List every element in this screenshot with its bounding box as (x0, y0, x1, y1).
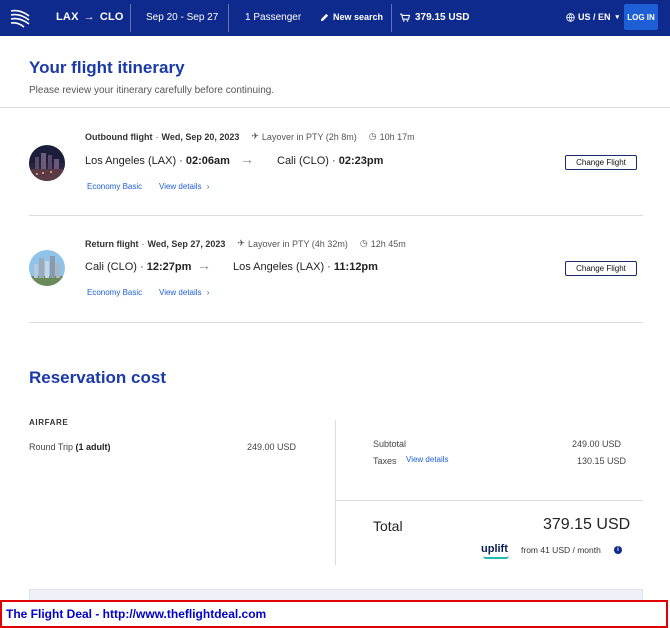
depart-time: 12:27pm (146, 261, 192, 273)
origin-city: Cali (CLO) (85, 261, 137, 273)
flight-header: Outbound flight · Wed, Sep 20, 2023 ✈ La… (85, 131, 415, 142)
info-icon[interactable]: i (614, 546, 622, 554)
view-details-link[interactable]: View details › (159, 182, 209, 191)
layover-info: ✈ Layover in PTY (4h 32m) (237, 238, 347, 249)
taxes-value: 130.15 USD (577, 456, 627, 466)
layover-info: ✈ Layover in PTY (2h 8m) (251, 131, 356, 142)
plane-icon: ✈ (251, 131, 259, 141)
change-flight-button[interactable]: Change Flight (565, 155, 637, 170)
subtotal-value: 249.00 USD (572, 439, 622, 449)
uplift-logo[interactable]: uplift (481, 543, 508, 555)
route-summary[interactable]: LAX → CLO (56, 11, 124, 23)
locale-selector[interactable]: US / EN ▾ (566, 12, 619, 22)
airfare-line: Round Trip (1 adult) (29, 442, 111, 452)
airfare-heading: AIRFARE (29, 418, 69, 427)
view-details-label: View details (159, 288, 202, 297)
destination-city: Cali (CLO) (277, 155, 329, 167)
new-search-button[interactable]: New search (320, 12, 383, 22)
layover-text: Layover in PTY (4h 32m) (247, 238, 348, 249)
page-title: Your flight itinerary (29, 58, 185, 77)
fare-class-link[interactable]: Economy Basic (87, 288, 142, 297)
watermark-text: The Flight Deal - http://www.theflightde… (6, 607, 267, 621)
arrive-time: 11:12pm (333, 261, 378, 273)
view-details-label: View details (159, 182, 202, 191)
fare-class-link[interactable]: Economy Basic (87, 182, 142, 191)
taxes-label: Taxes (373, 456, 397, 466)
page-subtitle: Please review your itinerary carefully b… (29, 85, 275, 96)
traveler-count: (1 adult) (75, 442, 111, 452)
destination-city: Los Angeles (LAX) (233, 261, 325, 273)
separator-dot: · (155, 131, 159, 142)
divider (29, 215, 643, 216)
departure-info: Los Angeles (LAX) · 02:06am (85, 155, 230, 167)
total-label: Total (373, 518, 403, 534)
clock-icon: ◷ (368, 131, 377, 141)
duration-text: 10h 17m (379, 131, 415, 142)
pencil-icon (320, 13, 329, 21)
cart-price-value: 379.15 USD (415, 12, 470, 23)
flight-date: Wed, Sep 27, 2023 (147, 238, 226, 249)
passenger-count[interactable]: 1 Passenger (245, 12, 301, 23)
chevron-right-icon: › (206, 182, 210, 191)
depart-time: 02:06am (185, 155, 230, 167)
arrive-time: 02:23pm (338, 155, 384, 167)
login-button[interactable]: LOG IN (624, 4, 658, 30)
divider (130, 4, 131, 32)
subtotal-label: Subtotal (373, 439, 407, 449)
los-angeles-skyline-image (29, 250, 65, 286)
trip-type: Round Trip (29, 442, 74, 452)
arrival-info: Los Angeles (LAX) · 11:12pm (233, 261, 378, 273)
new-search-label: New search (333, 12, 384, 22)
airline-logo-icon[interactable] (9, 7, 31, 29)
cart-icon (400, 13, 410, 22)
reservation-cost-title: Reservation cost (29, 368, 166, 387)
taxes-details-link[interactable]: View details (406, 455, 449, 464)
plane-icon: ✈ (237, 238, 245, 248)
arrow-right-icon: → (83, 11, 95, 23)
duration-info: ◷ 10h 17m (369, 131, 415, 142)
arrow-right-icon: → (240, 151, 254, 167)
divider (228, 4, 229, 32)
origin-city: Los Angeles (LAX) (85, 155, 177, 167)
flight-date: Wed, Sep 20, 2023 (161, 131, 240, 142)
arrival-info: Cali (CLO) · 02:23pm (277, 155, 384, 167)
travel-dates[interactable]: Sep 20 - Sep 27 (146, 12, 218, 23)
watermark-banner: The Flight Deal - http://www.theflightde… (0, 600, 668, 628)
origin-code: LAX (56, 11, 79, 23)
departure-info: Cali (CLO) · 12:27pm (85, 261, 192, 273)
flight-header: Return flight · Wed, Sep 27, 2023 ✈ Layo… (85, 238, 406, 249)
return-flight-card: Return flight · Wed, Sep 27, 2023 ✈ Layo… (29, 235, 639, 305)
los-angeles-city-image (29, 145, 65, 181)
duration-info: ◷ 12h 45m (360, 238, 406, 249)
locale-label: US / EN (578, 12, 611, 22)
destination-code: CLO (99, 11, 124, 23)
total-value: 379.15 USD (543, 516, 631, 533)
uplift-smile-icon (483, 556, 509, 559)
arrow-right-icon: → (197, 257, 211, 273)
top-nav-bar: LAX → CLO Sep 20 - Sep 27 1 Passenger New … (0, 0, 670, 36)
divider (29, 322, 643, 323)
divider (336, 500, 643, 501)
monthly-payment: from 41 USD / month (521, 545, 601, 555)
layover-text: Layover in PTY (2h 8m) (261, 131, 357, 142)
divider (0, 107, 670, 108)
globe-icon (566, 12, 575, 22)
duration-text: 12h 45m (370, 238, 406, 249)
airfare-price: 249.00 USD (247, 442, 297, 452)
clock-icon: ◷ (359, 238, 368, 248)
separator-dot: · (141, 238, 145, 249)
cost-divider (335, 420, 336, 565)
chevron-right-icon: › (206, 288, 210, 297)
cart-price[interactable]: 379.15 USD (400, 12, 469, 23)
chevron-down-icon: ▾ (615, 14, 620, 21)
change-flight-button[interactable]: Change Flight (565, 261, 637, 276)
flight-direction-label: Outbound flight (85, 131, 153, 142)
flight-direction-label: Return flight (85, 238, 139, 249)
view-details-link[interactable]: View details › (159, 288, 209, 297)
outbound-flight-card: Outbound flight · Wed, Sep 20, 2023 ✈ La… (29, 127, 639, 197)
divider (391, 4, 392, 32)
